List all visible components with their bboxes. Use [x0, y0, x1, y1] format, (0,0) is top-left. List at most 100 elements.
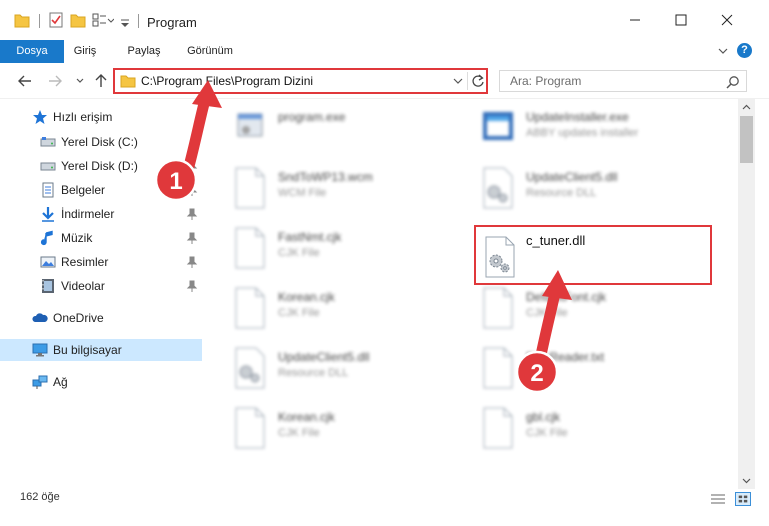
file-item[interactable]: FineReader.txt	[480, 342, 710, 394]
blank-file-icon	[235, 407, 265, 449]
file-item[interactable]: SndToWP13.wcm WCM File	[232, 162, 462, 214]
blank-file-icon	[483, 287, 513, 329]
file-name: Korean.cjk	[278, 290, 335, 304]
file-type: ABBY updates installer	[526, 127, 639, 139]
exe-icon	[237, 113, 263, 137]
chevron-down-icon[interactable]	[453, 76, 463, 86]
vertical-scrollbar[interactable]	[738, 99, 755, 489]
file-item[interactable]: FastNmt.cjk CJK File	[232, 222, 462, 274]
sidebar-item-pictures[interactable]: Resimler	[0, 251, 202, 273]
scroll-up-button[interactable]	[738, 99, 755, 116]
recent-locations-button[interactable]	[74, 72, 86, 90]
file-item[interactable]: Korean.cjk CJK File	[232, 402, 462, 454]
sidebar-item-music[interactable]: Müzik	[0, 227, 202, 249]
sidebar-item-label: Hızlı erişim	[53, 110, 113, 124]
details-view-icon[interactable]	[711, 493, 725, 505]
download-icon	[42, 207, 54, 222]
arrow-up-icon	[95, 74, 107, 87]
dll-icon	[483, 167, 513, 209]
help-icon[interactable]: ?	[737, 43, 752, 58]
sidebar-item-documents[interactable]: Belgeler	[0, 179, 202, 201]
file-name: c_tuner.dll	[526, 233, 586, 248]
large-icons-view-icon[interactable]	[735, 492, 751, 506]
sidebar-item-label: Yerel Disk (D:)	[61, 159, 138, 173]
address-bar[interactable]: C:\Program Files\Program Dizini	[113, 68, 488, 94]
navigation-pane: Hızlı erişim Yerel Disk (C:) Yerel Disk …	[0, 99, 202, 460]
view-options-icon[interactable]	[92, 11, 114, 29]
folder-icon[interactable]	[14, 11, 30, 29]
divider	[467, 72, 468, 90]
maximize-icon	[675, 14, 687, 26]
file-item[interactable]: UpdateClient5.dll Resource DLL	[232, 342, 462, 394]
sidebar-item-label: Ağ	[53, 375, 68, 389]
sidebar-item-this-pc[interactable]: Bu bilgisayar	[0, 339, 202, 361]
file-list: program.exe UpdateInstaller.exe ABBY upd…	[202, 99, 738, 460]
chevron-down-icon	[76, 78, 84, 83]
file-name: gbl.cjk	[526, 410, 561, 424]
tab-giris[interactable]: Giriş	[64, 40, 106, 63]
back-button[interactable]	[16, 72, 34, 90]
file-item-c-tuner-dll[interactable]: c_tuner.dll	[474, 225, 712, 285]
file-type: CJK File	[526, 427, 568, 439]
address-path[interactable]: C:\Program Files\Program Dizini	[141, 74, 313, 88]
tab-paylas[interactable]: Paylaş	[116, 40, 172, 63]
pin-icon[interactable]	[186, 280, 198, 292]
sidebar-item-label: Videolar	[61, 279, 105, 293]
sidebar-item-onedrive[interactable]: OneDrive	[0, 307, 202, 329]
arrow-right-icon	[49, 75, 62, 87]
pin-icon[interactable]	[186, 160, 198, 172]
expand-ribbon-icon[interactable]	[716, 44, 730, 58]
status-bar: 162 öğe	[0, 489, 769, 509]
search-input[interactable]: Ara: Program	[499, 70, 747, 92]
maximize-button[interactable]	[658, 0, 704, 40]
dll-icon	[235, 347, 265, 389]
window-title: Program	[147, 15, 197, 30]
tab-gorunum[interactable]: Görünüm	[180, 40, 240, 63]
sidebar-item-label: Müzik	[61, 231, 93, 245]
pin-icon[interactable]	[186, 184, 198, 196]
file-type: CJK File	[278, 307, 320, 319]
up-button[interactable]	[92, 72, 110, 90]
pin-icon[interactable]	[186, 232, 198, 244]
pin-icon[interactable]	[186, 256, 198, 268]
file-name: FineReader.txt	[526, 350, 605, 364]
forward-button[interactable]	[46, 72, 64, 90]
scrollbar-thumb[interactable]	[740, 116, 753, 163]
customize-toolbar-icon[interactable]	[120, 14, 130, 32]
ribbon-tabs: Dosya Giriş Paylaş Görünüm ?	[0, 40, 769, 63]
sidebar-item-local-disk-c[interactable]: Yerel Disk (C:)	[0, 131, 202, 153]
title-bar: Program	[0, 0, 769, 40]
file-name: UpdateClient5.dll	[278, 350, 370, 364]
minimize-button[interactable]	[612, 0, 658, 40]
sidebar-item-videos[interactable]: Videolar	[0, 275, 202, 297]
file-item[interactable]: DefaultFont.cjk CJK File	[480, 282, 710, 334]
chevron-down-icon	[742, 478, 751, 484]
sidebar-item-label: Bu bilgisayar	[53, 343, 122, 357]
file-item[interactable]: UpdateClient5.dll Resource DLL	[480, 162, 710, 214]
refresh-icon[interactable]	[471, 73, 485, 89]
properties-icon[interactable]	[48, 11, 64, 29]
file-name: FastNmt.cjk	[278, 230, 342, 244]
explorer-window: Program Dosya Giriş Paylaş Görünüm ? C:\…	[0, 0, 769, 526]
drive-icon	[40, 137, 56, 147]
sidebar-item-network[interactable]: Ağ	[0, 371, 202, 393]
search-icon[interactable]	[726, 75, 740, 89]
file-item[interactable]: Korean.cjk CJK File	[232, 282, 462, 334]
new-folder-icon[interactable]	[70, 11, 86, 29]
tab-dosya[interactable]: Dosya	[0, 40, 64, 63]
file-item[interactable]: UpdateInstaller.exe ABBY updates install…	[480, 102, 710, 154]
sidebar-item-quick-access[interactable]: Hızlı erişim	[0, 106, 202, 128]
sidebar-item-downloads[interactable]: İndirmeler	[0, 203, 202, 225]
sidebar-item-label: Resimler	[61, 255, 109, 269]
blank-file-icon	[483, 407, 513, 449]
item-count: 162 öğe	[20, 491, 60, 503]
scroll-down-button[interactable]	[738, 472, 755, 489]
drive-icon	[40, 162, 56, 171]
blank-file-icon	[483, 347, 513, 389]
pin-icon[interactable]	[186, 208, 198, 220]
close-button[interactable]	[704, 0, 750, 40]
sidebar-item-local-disk-d[interactable]: Yerel Disk (D:)	[0, 155, 202, 177]
file-name: UpdateInstaller.exe	[526, 110, 629, 124]
file-item[interactable]: program.exe	[232, 102, 462, 154]
file-item[interactable]: gbl.cjk CJK File	[480, 402, 710, 454]
